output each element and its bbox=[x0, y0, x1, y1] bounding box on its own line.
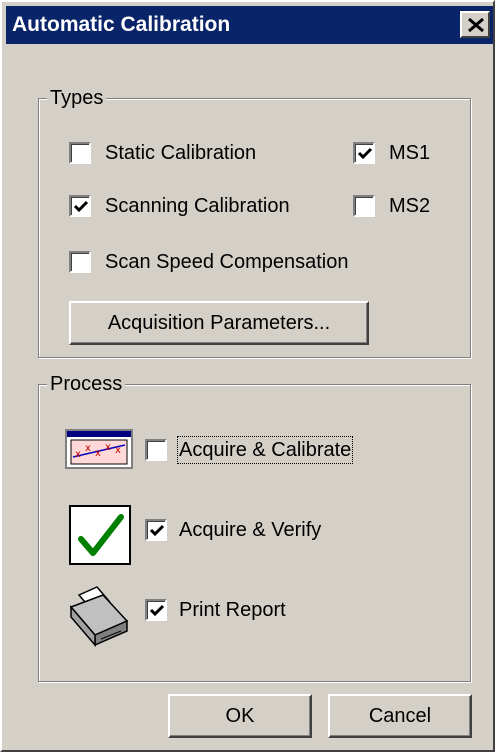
static-calibration-checkbox[interactable] bbox=[69, 142, 91, 164]
checkmark-icon bbox=[357, 147, 373, 160]
printer-icon bbox=[67, 585, 133, 649]
checkmark-icon bbox=[149, 604, 165, 617]
ms1-checkbox[interactable] bbox=[353, 142, 375, 164]
types-group-title: Types bbox=[47, 86, 107, 110]
ok-label: OK bbox=[225, 705, 255, 727]
acquire-verify-checkbox[interactable] bbox=[145, 519, 167, 541]
close-button[interactable] bbox=[460, 11, 490, 38]
ok-button[interactable]: OK bbox=[168, 694, 312, 738]
svg-text:x: x bbox=[85, 443, 91, 454]
automatic-calibration-dialog: Automatic Calibration Types Static Calib… bbox=[0, 0, 495, 752]
scanning-calibration-checkbox[interactable] bbox=[69, 195, 91, 217]
cancel-label: Cancel bbox=[368, 705, 432, 727]
acquisition-parameters-label: Acquisition Parameters... bbox=[107, 312, 331, 334]
close-icon bbox=[468, 18, 484, 32]
title-bar[interactable]: Automatic Calibration bbox=[6, 6, 493, 44]
process-group-title: Process bbox=[47, 372, 126, 396]
checkmark-icon bbox=[149, 524, 165, 537]
svg-text:x: x bbox=[115, 445, 121, 456]
cancel-button[interactable]: Cancel bbox=[328, 694, 472, 738]
acquire-calibrate-label[interactable]: Acquire & Calibrate bbox=[176, 436, 354, 464]
acquire-calibrate-checkbox[interactable] bbox=[145, 439, 167, 461]
scan-speed-compensation-checkbox[interactable] bbox=[69, 251, 91, 273]
ms1-label[interactable]: MS1 bbox=[389, 141, 430, 165]
static-calibration-label[interactable]: Static Calibration bbox=[105, 141, 256, 165]
svg-text:x: x bbox=[75, 449, 81, 460]
ms2-label[interactable]: MS2 bbox=[389, 194, 430, 218]
checkmark-icon bbox=[69, 505, 131, 565]
process-group: Process x x x x x Acquire & Calibrate Ac… bbox=[38, 372, 471, 682]
types-group: Types Static Calibration MS1 Scanning Ca… bbox=[38, 86, 471, 358]
ms2-checkbox[interactable] bbox=[353, 195, 375, 217]
calibration-chart-icon: x x x x x bbox=[65, 429, 133, 469]
print-report-label[interactable]: Print Report bbox=[179, 598, 286, 622]
print-report-checkbox[interactable] bbox=[145, 599, 167, 621]
window-title: Automatic Calibration bbox=[12, 13, 231, 36]
acquisition-parameters-button[interactable]: Acquisition Parameters... bbox=[69, 301, 369, 345]
svg-text:x: x bbox=[95, 448, 101, 459]
svg-text:x: x bbox=[105, 442, 111, 453]
scan-speed-compensation-label[interactable]: Scan Speed Compensation bbox=[105, 250, 349, 274]
scanning-calibration-label[interactable]: Scanning Calibration bbox=[105, 194, 290, 218]
checkmark-icon bbox=[73, 200, 89, 213]
acquire-verify-label[interactable]: Acquire & Verify bbox=[179, 518, 321, 542]
